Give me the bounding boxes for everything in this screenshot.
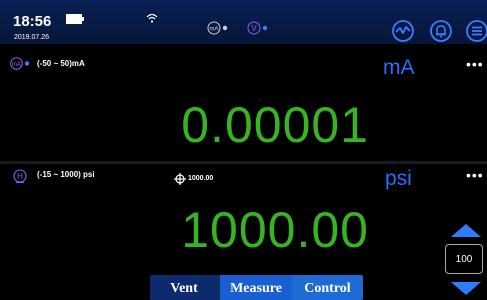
step-down-icon[interactable] xyxy=(451,282,481,295)
step-value-field[interactable]: 100 xyxy=(445,244,483,274)
svg-text:mA: mA xyxy=(210,27,219,33)
channel-1-panel[interactable]: mA (-50 ~ 50)mA mA ••• 0.00001 xyxy=(0,55,487,162)
clock-time: 18:56 xyxy=(13,13,52,30)
wifi-icon xyxy=(146,13,158,23)
svg-text:mA: mA xyxy=(12,62,21,68)
bell-icon[interactable] xyxy=(429,19,453,43)
channel-1-range: (-50 ~ 50)mA xyxy=(37,59,85,68)
battery-icon xyxy=(66,14,84,24)
channel-2-unit: psi xyxy=(385,167,412,190)
step-up-icon[interactable] xyxy=(451,224,481,237)
status-bar: 18:56 2019.07.26 mA V xyxy=(0,0,487,44)
panel-divider xyxy=(0,161,487,164)
measure-button[interactable]: Measure xyxy=(220,275,292,300)
pressure-channel-icon: H xyxy=(13,169,27,183)
channel-2-more-icon[interactable]: ••• xyxy=(466,167,484,183)
v-status-icon: V xyxy=(247,21,268,35)
channel-1-unit: mA xyxy=(383,56,415,79)
channel-2-range: (-15 ~ 1000) psi xyxy=(37,170,95,179)
chart-icon[interactable] xyxy=(391,19,415,43)
target-icon xyxy=(174,173,186,185)
svg-text:H: H xyxy=(17,172,23,181)
channel-1-more-icon[interactable]: ••• xyxy=(466,56,484,72)
setpoint-value[interactable]: 1000.00 xyxy=(188,175,213,182)
clock-date: 2019.07.26 xyxy=(14,34,50,41)
vent-button[interactable]: Vent xyxy=(150,275,218,300)
channel-1-reading: 0.00001 xyxy=(181,97,369,153)
control-button[interactable]: Control xyxy=(292,275,363,300)
calibrator-screen: 18:56 2019.07.26 mA V mA (-50 ~ 50)mA mA… xyxy=(0,0,487,300)
mode-selector: Vent Measure Control xyxy=(150,275,363,300)
menu-icon[interactable] xyxy=(465,19,487,43)
svg-text:V: V xyxy=(251,24,257,33)
ma-channel-icon: mA xyxy=(10,57,30,70)
ma-status-icon: mA xyxy=(207,21,228,35)
channel-2-reading: 1000.00 xyxy=(181,202,369,258)
